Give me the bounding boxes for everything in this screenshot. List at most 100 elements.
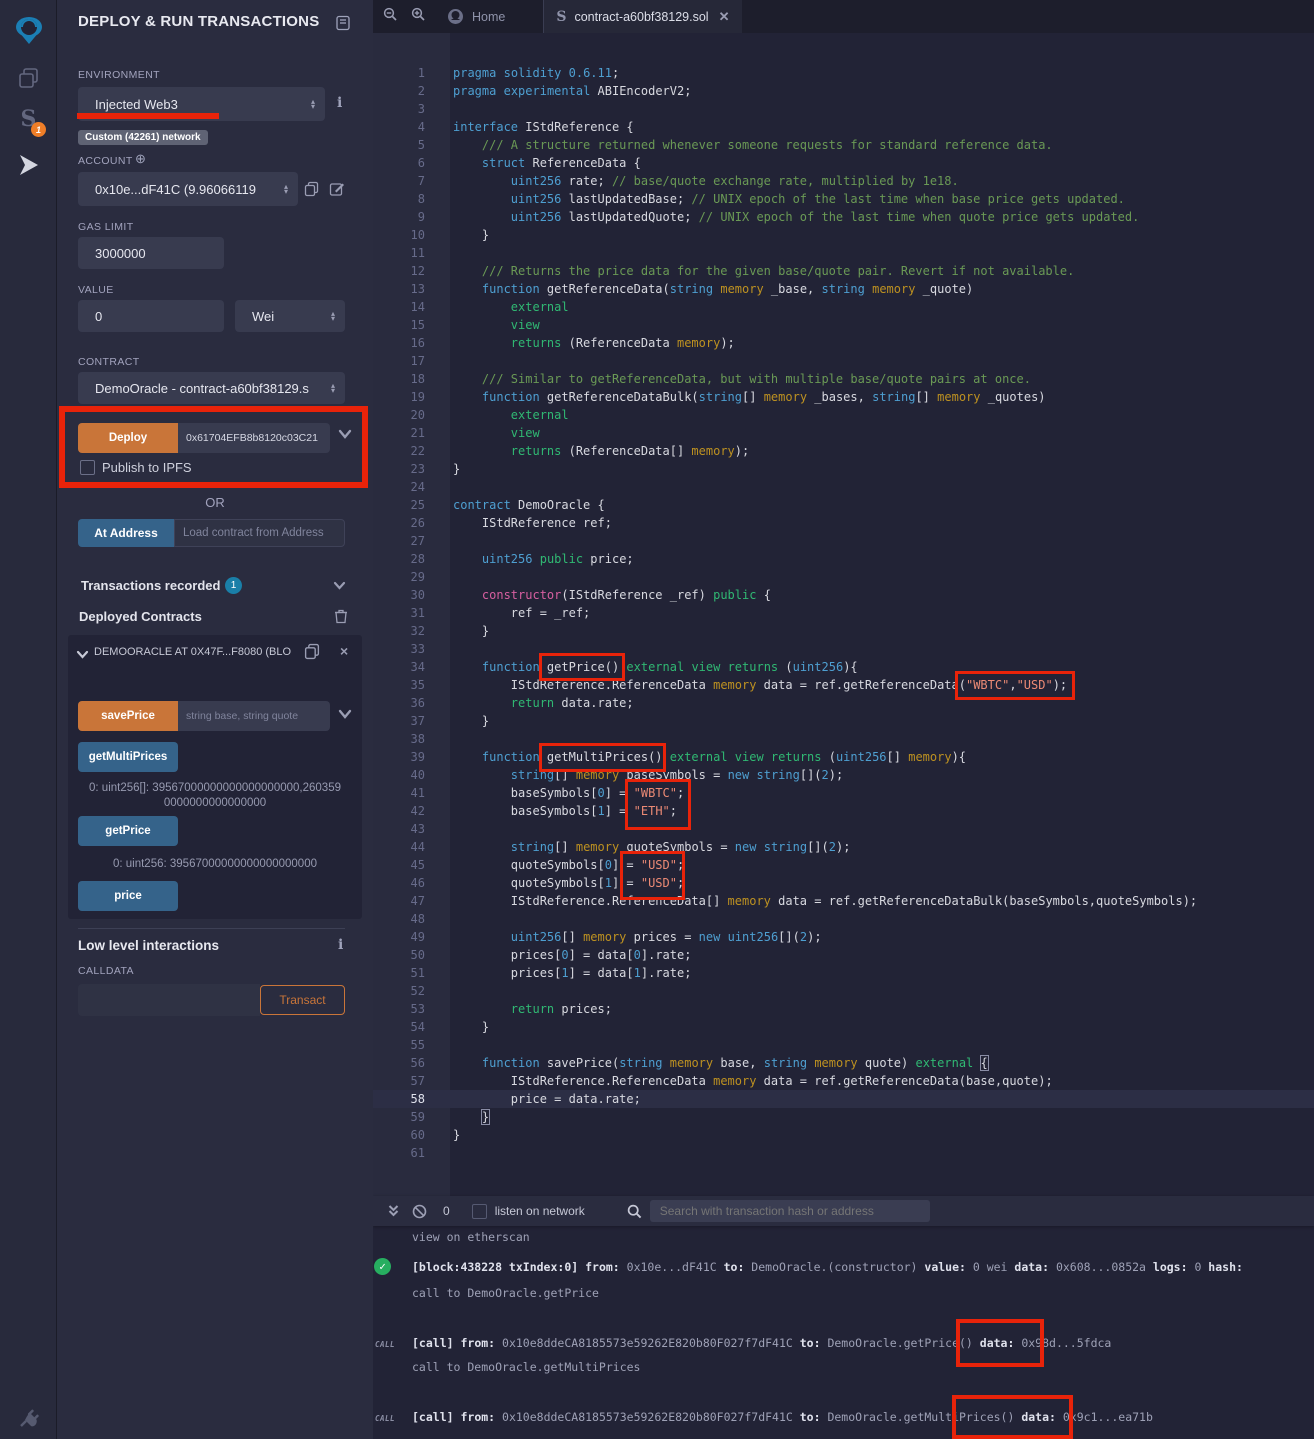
add-account-plus-icon[interactable]: ⊕ [135,151,146,167]
code-line[interactable]: 58 price = data.rate; [373,1090,1314,1108]
terminal-search-input[interactable] [650,1200,930,1222]
code-line[interactable]: 39 function getMultiPrices() external vi… [373,748,1314,766]
code-line[interactable]: 43 [373,820,1314,838]
tab-home[interactable]: Home [435,0,517,33]
deploy-run-icon[interactable] [0,152,57,178]
code-line[interactable]: 1pragma solidity 0.6.11; [373,64,1314,82]
chevron-down-icon[interactable] [338,428,352,443]
terminal-entry[interactable]: CALL[call] from: 0x10e8ddeCA8185573e5926… [412,1410,1314,1424]
code-line[interactable]: 18 /// Similar to getReferenceData, but … [373,370,1314,388]
contract-select[interactable]: DemoOracle - contract-a60bf38129.s ▴▾ [78,372,345,404]
chevron-down-icon[interactable] [76,647,89,665]
code-line[interactable]: 35 IStdReference.ReferenceData memory da… [373,676,1314,694]
code-line[interactable]: 11 [373,244,1314,262]
code-line[interactable]: 28 uint256 public price; [373,550,1314,568]
chevron-down-icon[interactable] [333,578,346,596]
terminal-entry[interactable]: call to DemoOracle.getMultiPrices [412,1360,1314,1374]
copy-account-icon[interactable] [304,181,319,202]
code-line[interactable]: 45 quoteSymbols[0] = "USD"; [373,856,1314,874]
code-line[interactable]: 15 view [373,316,1314,334]
code-line[interactable]: 13 function getReferenceData(string memo… [373,280,1314,298]
documentation-book-icon[interactable] [335,15,351,36]
tab-contract-file[interactable]: S contract-a60bf38129.sol ✕ [543,0,741,33]
code-line[interactable]: 46 quoteSymbols[1] = "USD"; [373,874,1314,892]
code-line[interactable]: 33 [373,640,1314,658]
code-line[interactable]: 32 } [373,622,1314,640]
solidity-compiler-icon[interactable]: S 1 [0,106,57,132]
transact-button[interactable]: Transact [260,985,345,1015]
calldata-input[interactable] [78,984,260,1016]
code-line[interactable]: 36 return data.rate; [373,694,1314,712]
account-select[interactable]: 0x10e...dF41C (9.96066119 ▴▾ [78,172,298,206]
code-line[interactable]: 57 IStdReference.ReferenceData memory da… [373,1072,1314,1090]
code-line[interactable]: 53 return prices; [373,1000,1314,1018]
code-line[interactable]: 24 [373,478,1314,496]
code-line[interactable]: 23} [373,460,1314,478]
low-level-info-icon[interactable]: i [338,937,343,953]
code-line[interactable]: 4interface IStdReference { [373,118,1314,136]
code-line[interactable]: 6 struct ReferenceData { [373,154,1314,172]
expand-terminal-double-chevron-icon[interactable] [387,1204,400,1218]
code-line[interactable]: 51 prices[1] = data[1].rate; [373,964,1314,982]
code-line[interactable]: 5 /// A structure returned whenever some… [373,136,1314,154]
copy-address-icon[interactable] [304,643,320,665]
publish-ipfs-checkbox[interactable] [80,460,95,475]
at-address-input[interactable] [174,519,345,547]
code-line[interactable]: 29 [373,568,1314,586]
code-line[interactable]: 38 [373,730,1314,748]
code-line[interactable]: 27 [373,532,1314,550]
terminal-entry[interactable]: view on etherscan [412,1230,1314,1244]
code-line[interactable]: 50 prices[0] = data[0].rate; [373,946,1314,964]
terminal-entry[interactable]: ✓[block:438228 txIndex:0] from: 0x10e...… [412,1260,1314,1274]
zoom-out-icon[interactable] [383,7,397,26]
code-editor[interactable]: 1pragma solidity 0.6.11;2pragma experime… [373,33,1314,1196]
gas-limit-input[interactable] [78,237,224,269]
get-price-button[interactable]: getPrice [78,816,178,846]
chevron-down-icon[interactable] [338,707,352,725]
code-line[interactable]: 47 IStdReference.ReferenceData[] memory … [373,892,1314,910]
code-line[interactable]: 10 } [373,226,1314,244]
zoom-in-icon[interactable] [411,7,425,26]
code-line[interactable]: 14 external [373,298,1314,316]
code-line[interactable]: 21 view [373,424,1314,442]
code-line[interactable]: 12 /// Returns the price data for the gi… [373,262,1314,280]
code-line[interactable]: 34 function getPrice() external view ret… [373,658,1314,676]
code-line[interactable]: 20 external [373,406,1314,424]
plugin-manager-plug-icon[interactable] [0,1406,57,1430]
value-input[interactable] [78,300,224,332]
code-line[interactable]: 60} [373,1126,1314,1144]
code-line[interactable]: 31 ref = _ref; [373,604,1314,622]
code-line[interactable]: 40 string[] memory baseSymbols = new str… [373,766,1314,784]
code-line[interactable]: 8 uint256 lastUpdatedBase; // UNIX epoch… [373,190,1314,208]
code-line[interactable]: 16 returns (ReferenceData memory); [373,334,1314,352]
code-line[interactable]: 22 returns (ReferenceData[] memory); [373,442,1314,460]
deploy-args-input[interactable] [178,423,330,453]
deploy-button[interactable]: Deploy [78,423,178,453]
code-line[interactable]: 59 } [373,1108,1314,1126]
code-line[interactable]: 7 uint256 rate; // base/quote exchange r… [373,172,1314,190]
save-price-args-input[interactable] [178,701,330,731]
clear-console-ban-icon[interactable] [412,1204,427,1219]
file-explorer-icon[interactable] [0,66,57,90]
code-line[interactable]: 30 constructor(IStdReference _ref) publi… [373,586,1314,604]
remix-logo-icon[interactable] [0,12,57,48]
code-line[interactable]: 17 [373,352,1314,370]
code-line[interactable]: 37 } [373,712,1314,730]
code-line[interactable]: 3 [373,100,1314,118]
close-icon[interactable]: × [340,643,348,659]
at-address-button[interactable]: At Address [78,519,174,547]
value-unit-select[interactable]: Wei ▴▾ [235,300,345,332]
listen-on-network-checkbox[interactable] [472,1204,487,1219]
code-line[interactable]: 48 [373,910,1314,928]
get-multi-prices-button[interactable]: getMultiPrices [78,742,178,772]
code-line[interactable]: 61 [373,1144,1314,1162]
code-line[interactable]: 26 IStdReference ref; [373,514,1314,532]
environment-info-icon[interactable]: i [337,95,342,111]
price-button[interactable]: price [78,881,178,911]
close-tab-icon[interactable]: ✕ [719,9,730,25]
code-line[interactable]: 25contract DemoOracle { [373,496,1314,514]
save-price-button[interactable]: savePrice [78,701,178,731]
terminal-entry[interactable]: call to DemoOracle.getPrice [412,1286,1314,1300]
code-line[interactable]: 54 } [373,1018,1314,1036]
terminal-entry[interactable]: CALL[call] from: 0x10e8ddeCA8185573e5926… [412,1336,1314,1350]
